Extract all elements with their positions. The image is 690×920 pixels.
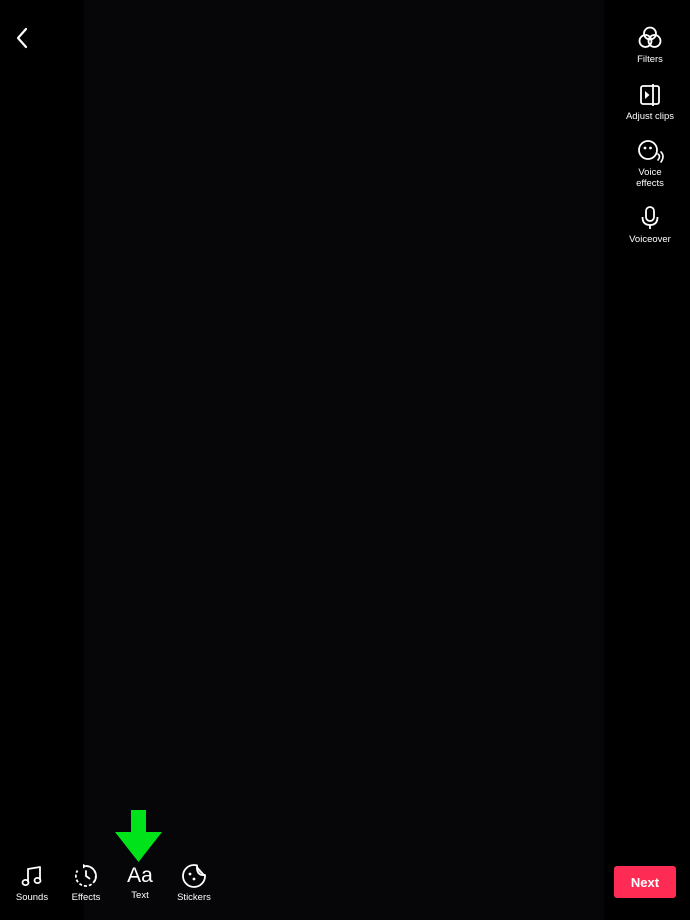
back-button[interactable] <box>8 24 36 52</box>
voiceover-button[interactable]: Voiceover <box>610 204 690 245</box>
voice-effects-icon <box>638 140 664 163</box>
video-editor-screen: Filters Adjust clips Voice effects Voice… <box>0 0 690 920</box>
voiceover-label: Voiceover <box>629 234 671 245</box>
sounds-label: Sounds <box>15 892 49 903</box>
green-arrow-icon <box>115 810 162 862</box>
voice-effects-label: Voice effects <box>636 167 664 189</box>
text-button[interactable]: Aa Text <box>115 862 165 901</box>
stickers-icon <box>182 864 206 888</box>
adjust-clips-button[interactable]: Adjust clips <box>610 81 690 122</box>
sounds-button[interactable]: Sounds <box>7 862 57 903</box>
text-label: Text <box>131 890 149 901</box>
filters-label: Filters <box>637 54 663 65</box>
chevron-left-icon <box>16 27 28 49</box>
effects-icon <box>74 864 97 887</box>
effects-button[interactable]: Effects <box>61 862 111 903</box>
video-preview[interactable] <box>84 0 604 920</box>
effects-label: Effects <box>71 892 101 903</box>
text-icon: Aa <box>127 864 153 887</box>
stickers-label: Stickers <box>177 892 211 903</box>
voice-effects-button[interactable]: Voice effects <box>610 137 690 189</box>
filters-icon <box>638 26 662 48</box>
stickers-button[interactable]: Stickers <box>169 862 219 903</box>
bottom-toolbar: Sounds Effects Aa Text Stickers <box>0 862 230 912</box>
music-note-icon <box>21 866 42 886</box>
filters-button[interactable]: Filters <box>610 24 690 65</box>
microphone-icon <box>641 206 659 229</box>
adjust-clips-icon <box>640 84 660 106</box>
adjust-clips-label: Adjust clips <box>625 111 675 122</box>
next-button[interactable]: Next <box>614 866 676 898</box>
